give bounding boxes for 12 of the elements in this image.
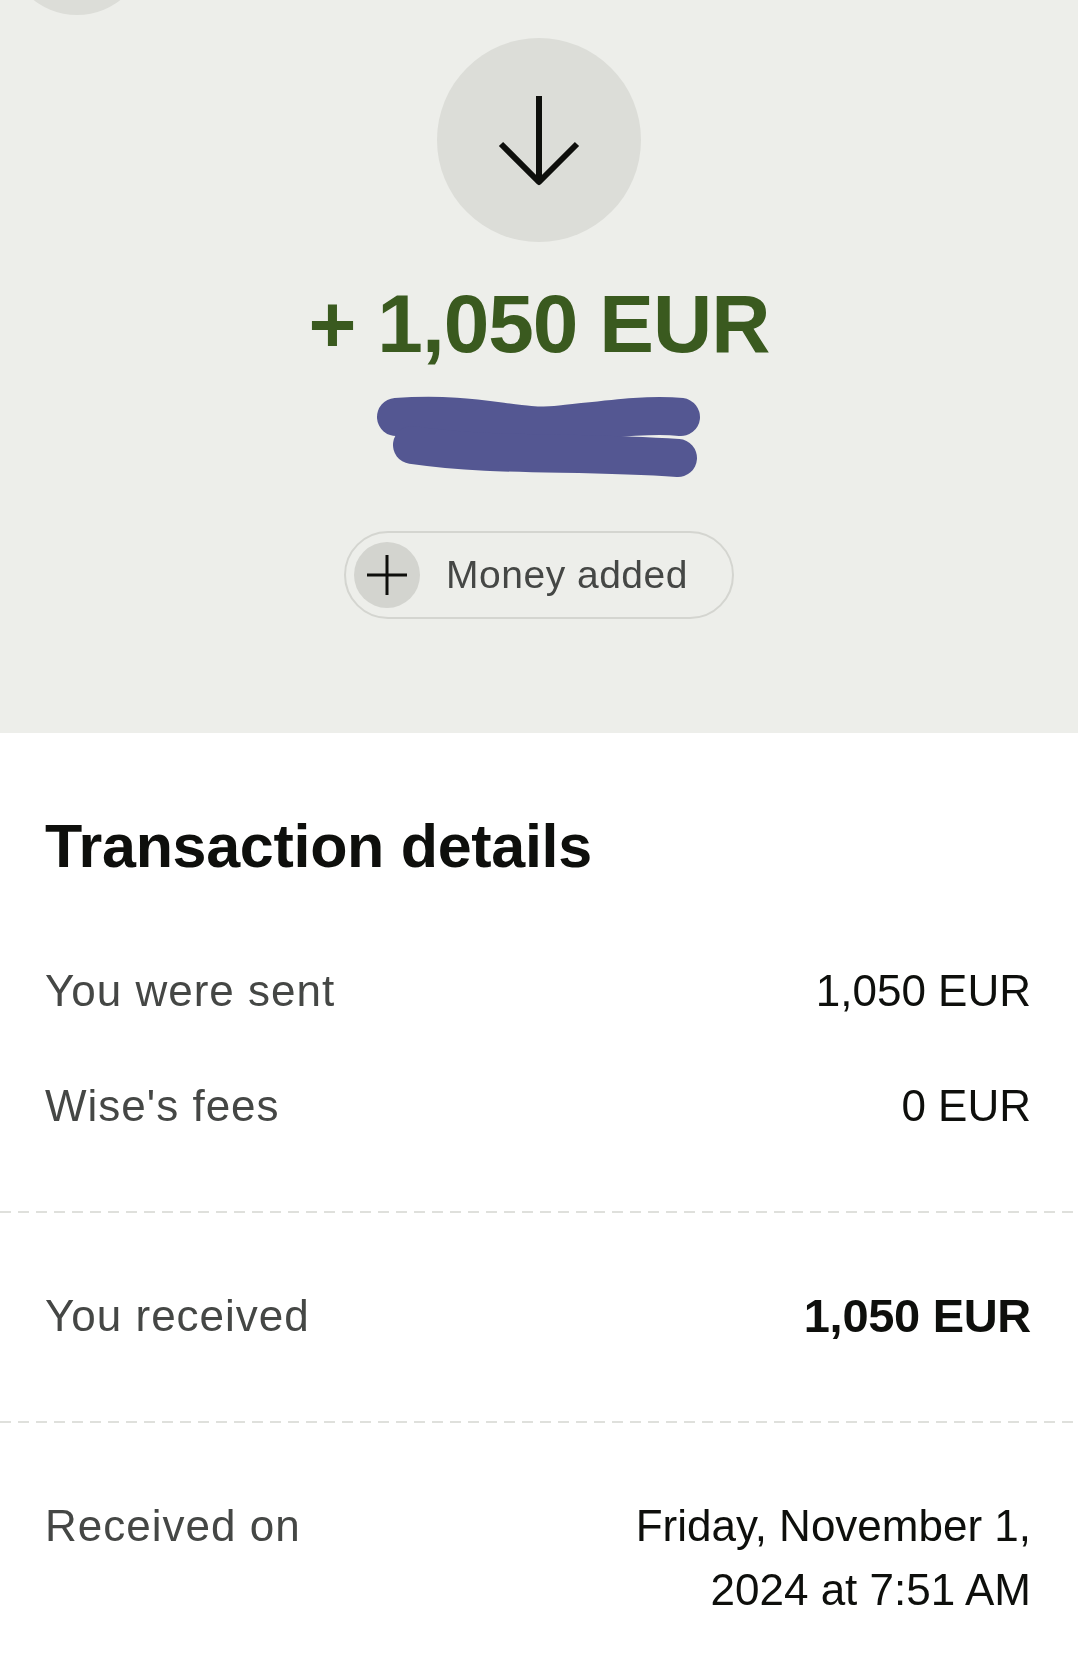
row-label: Received on bbox=[45, 1500, 301, 1552]
row-label: You were sent bbox=[45, 965, 336, 1017]
row-value: 0 EUR bbox=[901, 1080, 1031, 1132]
row-value: 1,050 EUR bbox=[815, 965, 1031, 1017]
row-label: Wise's fees bbox=[45, 1080, 280, 1132]
section-title: Transaction details bbox=[45, 811, 592, 882]
row-value: Friday, November 1, 2024 at 7:51 AM bbox=[634, 1500, 1031, 1616]
category-chip[interactable]: Money added bbox=[344, 531, 734, 619]
amount-text: + 1,050 EUR bbox=[308, 277, 770, 371]
plus-icon bbox=[354, 542, 421, 608]
row-label: You received bbox=[45, 1290, 310, 1342]
row-value: 1,050 EUR bbox=[803, 1288, 1031, 1344]
